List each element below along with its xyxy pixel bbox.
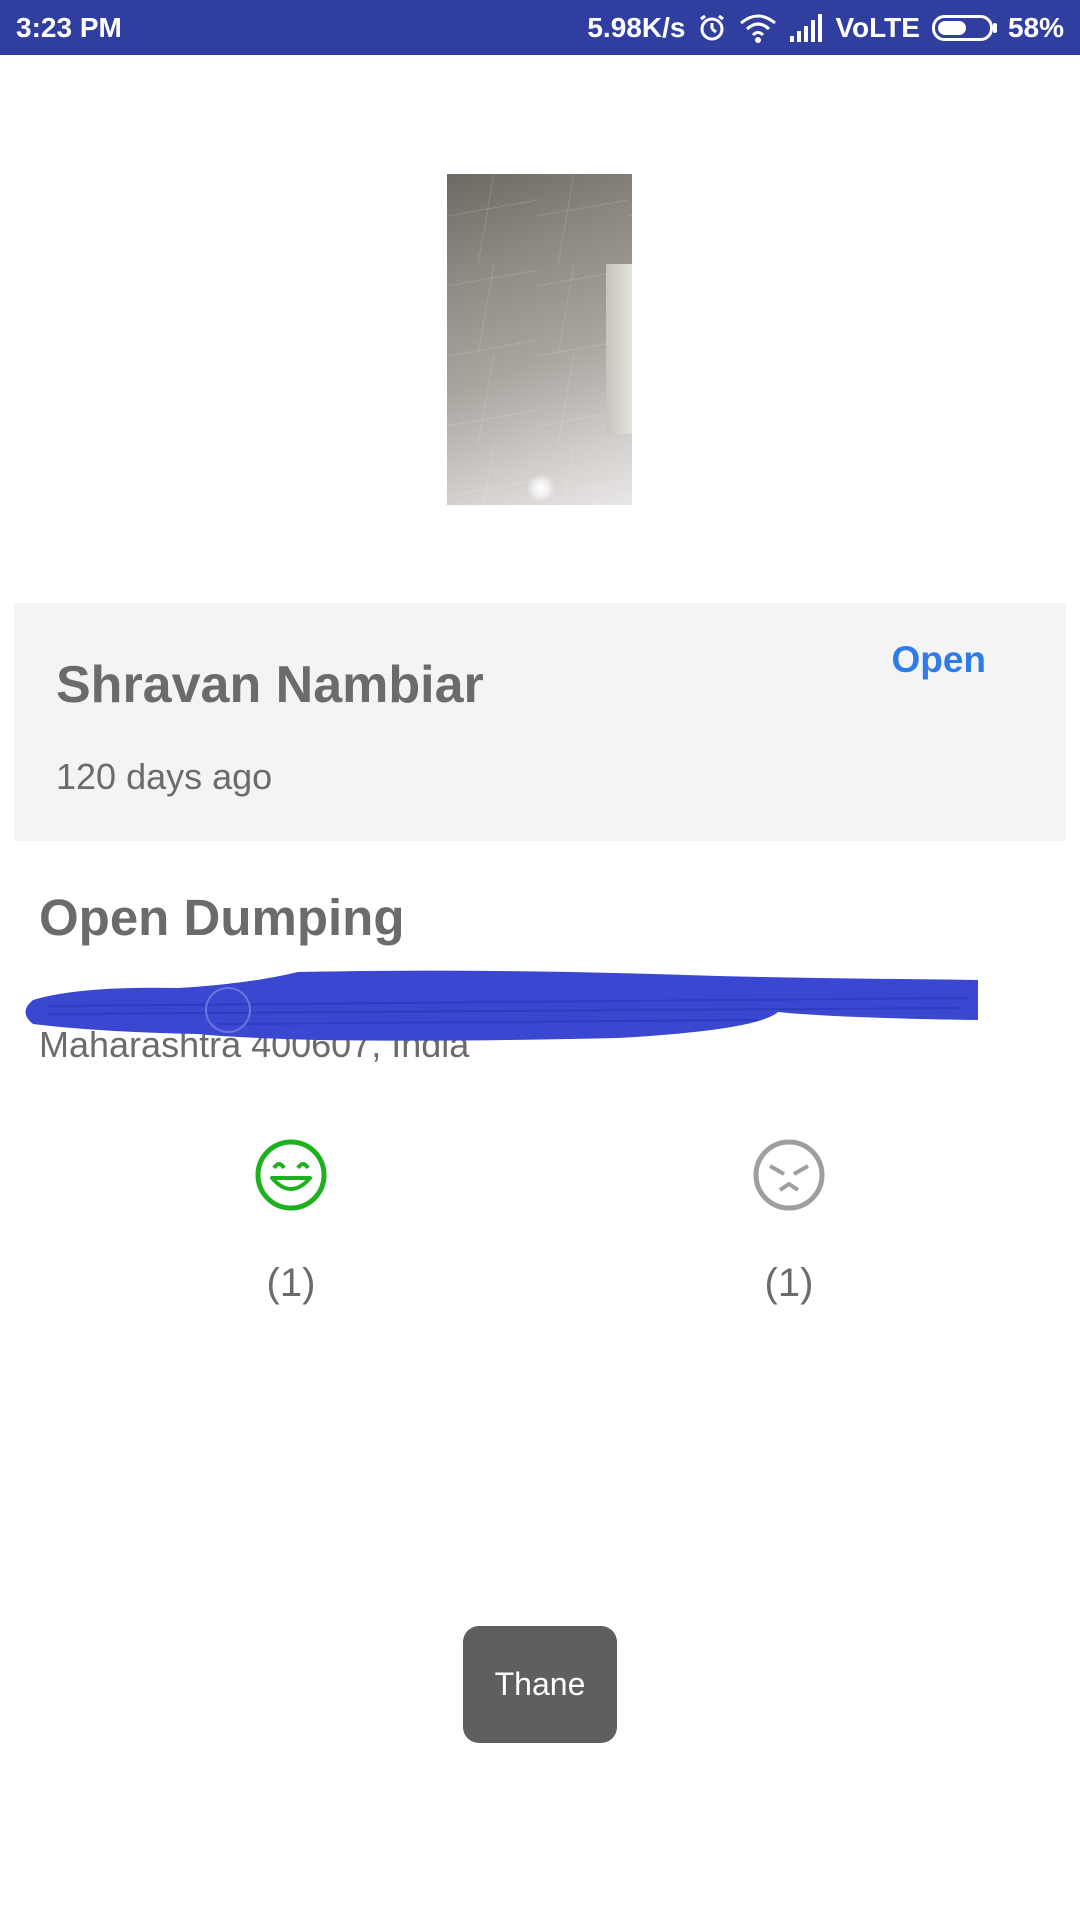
upvote-group: (1) (236, 1138, 346, 1306)
downvote-count: (1) (764, 1261, 814, 1305)
downvote-group: (1) (734, 1138, 844, 1306)
toast-message: Thane (463, 1626, 617, 1743)
status-time: 3:23 PM (16, 11, 122, 43)
battery-indicator: 58% (931, 11, 1064, 44)
battery-percent: 58% (1007, 11, 1064, 43)
network-type: VoLTE (835, 11, 920, 43)
upvote-count: (1) (266, 1261, 316, 1305)
reporter-card: Shravan Nambiar 120 days ago Open (14, 603, 1066, 841)
photo-door-detail (606, 264, 632, 434)
toast-text: Thane (494, 1666, 586, 1702)
photo-texture (447, 174, 632, 505)
issue-title: Open Dumping (39, 889, 405, 946)
time-ago: 120 days ago (56, 756, 273, 797)
reporter-name: Shravan Nambiar (56, 656, 484, 714)
complaint-photo[interactable] (447, 174, 632, 505)
angry-face-icon[interactable] (752, 1138, 826, 1217)
redaction-scribble (25, 970, 978, 1041)
wifi-icon (739, 13, 777, 43)
signal-icon (789, 13, 823, 42)
network-speed: 5.98K/s (587, 11, 686, 43)
photo-glare (527, 474, 555, 502)
alarm-icon (697, 13, 727, 43)
status-open-link[interactable]: Open (891, 639, 986, 681)
battery-icon (931, 14, 997, 41)
status-bar: 3:23 PM 5.98K/s VoLTE 58% (0, 0, 1080, 55)
happy-face-icon[interactable] (254, 1138, 328, 1217)
